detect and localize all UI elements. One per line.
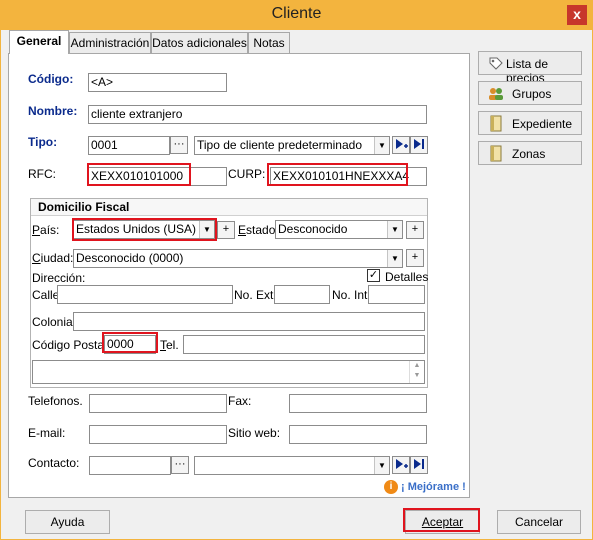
lightbulb-icon: i: [384, 480, 398, 494]
rfc-highlight: [87, 163, 191, 186]
ciudad-select[interactable]: Desconocido (0000) ▼: [73, 249, 403, 268]
domicilio-title: Domicilio Fiscal: [38, 200, 130, 214]
nombre-label: Nombre:: [28, 104, 78, 118]
pais-label: País:: [32, 223, 60, 237]
sitio-field[interactable]: [289, 425, 427, 444]
contacto-new-button[interactable]: [392, 456, 410, 474]
aceptar-highlight: [403, 508, 480, 532]
memo-scrollbar[interactable]: ▲ ▼: [409, 361, 424, 383]
tab-administracion[interactable]: Administración: [69, 32, 151, 53]
chevron-down-icon: ▼: [374, 457, 389, 474]
email-label: E-mail:: [28, 426, 66, 440]
tipo-new-button[interactable]: [392, 136, 410, 154]
estado-label: Estado:: [238, 223, 279, 237]
noext-label: No. Ext.: [234, 288, 277, 302]
ciudad-label: Ciudad:: [32, 251, 74, 265]
expediente-label: Expediente: [512, 117, 573, 131]
codigo-label: Código:: [28, 72, 74, 86]
tab-datos-adicionales[interactable]: Datos adicionales: [151, 32, 248, 53]
price-tag-icon: [489, 57, 503, 70]
fax-field[interactable]: [289, 394, 427, 413]
calle-field[interactable]: [57, 285, 233, 304]
ayuda-button[interactable]: Ayuda: [25, 510, 110, 534]
rfc-label: RFC:: [28, 167, 56, 181]
chevron-down-icon: ▼: [374, 137, 389, 154]
telefonos-label: Telefonos.: [28, 394, 83, 408]
noext-field[interactable]: [274, 285, 330, 304]
title-bar: Cliente x: [0, 0, 593, 30]
group-users-icon: [489, 88, 503, 100]
colonia-label: Colonia:: [32, 315, 77, 329]
estado-add-button[interactable]: +: [406, 221, 424, 239]
contacto-label: Contacto:: [28, 456, 80, 470]
contacto-select[interactable]: ▼: [194, 456, 390, 475]
sitio-label: Sitio web:: [228, 426, 281, 440]
ciudad-value: Desconocido (0000): [76, 251, 184, 265]
estado-value: Desconocido: [278, 222, 348, 236]
contacto-field[interactable]: [89, 456, 171, 475]
noint-field[interactable]: [368, 285, 425, 304]
close-button[interactable]: x: [567, 5, 587, 25]
zonas-label: Zonas: [512, 147, 546, 161]
nombre-field[interactable]: cliente extranjero: [88, 105, 427, 124]
tipo-browse-button[interactable]: ···: [170, 136, 188, 154]
domicilio-header: Domicilio Fiscal: [31, 199, 427, 216]
improve-link[interactable]: ¡ Mejórame !: [401, 481, 466, 493]
estado-select[interactable]: Desconocido ▼: [275, 220, 403, 239]
ciudad-add-button[interactable]: +: [406, 249, 424, 267]
zonas-button[interactable]: Zonas: [478, 141, 582, 165]
pais-label-text: aís:: [40, 223, 60, 237]
cancelar-button[interactable]: Cancelar: [497, 510, 581, 534]
tipo-goto-button[interactable]: [410, 136, 428, 154]
binder-icon: [490, 115, 502, 132]
pais-add-button[interactable]: +: [217, 221, 235, 239]
chevron-down-icon: ▼: [387, 221, 402, 238]
window-title: Cliente: [271, 5, 322, 22]
tab-general[interactable]: General: [9, 30, 69, 54]
chevron-down-icon: ▼: [387, 250, 402, 267]
codigo-field[interactable]: <A>: [88, 73, 227, 92]
contacto-goto-button[interactable]: [410, 456, 428, 474]
arrow-plus-icon: [396, 459, 408, 469]
arrow-plus-icon: [396, 139, 408, 149]
noint-label: No. Int.: [332, 288, 371, 302]
detalles-checkbox[interactable]: ✓: [367, 269, 380, 282]
contacto-browse-button[interactable]: ···: [171, 456, 189, 474]
colonia-field[interactable]: [73, 312, 425, 331]
expediente-button[interactable]: Expediente: [478, 111, 582, 135]
binder-icon: [490, 145, 502, 162]
calle-label: Calle: [32, 288, 60, 302]
fax-label: Fax:: [228, 394, 252, 408]
tipo-desc-text: Tipo de cliente predeterminado: [197, 138, 362, 152]
tipo-label: Tipo:: [28, 135, 58, 149]
telefonos-field[interactable]: [89, 394, 227, 413]
email-field[interactable]: [89, 425, 227, 444]
cp-label: Código Postal:: [32, 338, 111, 352]
tab-notas[interactable]: Notas: [248, 32, 290, 53]
pais-highlight: [72, 218, 217, 241]
tipo-code-field[interactable]: 0001: [88, 136, 170, 155]
direccion-label: Dirección:: [32, 271, 86, 285]
detalles-label: Detalles: [385, 270, 429, 284]
tel-field[interactable]: [183, 335, 425, 354]
cp-highlight: [102, 332, 158, 353]
window-client: General Administración Datos adicionales…: [1, 30, 592, 539]
grupos-label: Grupos: [512, 87, 552, 101]
address-memo[interactable]: ▲ ▼: [32, 360, 425, 384]
arrow-end-icon: [414, 139, 424, 149]
curp-highlight: [267, 163, 408, 186]
arrow-end-icon: [414, 459, 424, 469]
curp-label: CURP:: [228, 167, 266, 181]
tipo-select[interactable]: Tipo de cliente predeterminado ▼: [194, 136, 390, 155]
grupos-button[interactable]: Grupos: [478, 81, 582, 105]
tel-label: Tel.: [160, 338, 179, 352]
lista-precios-button[interactable]: Lista de precios: [478, 51, 582, 85]
